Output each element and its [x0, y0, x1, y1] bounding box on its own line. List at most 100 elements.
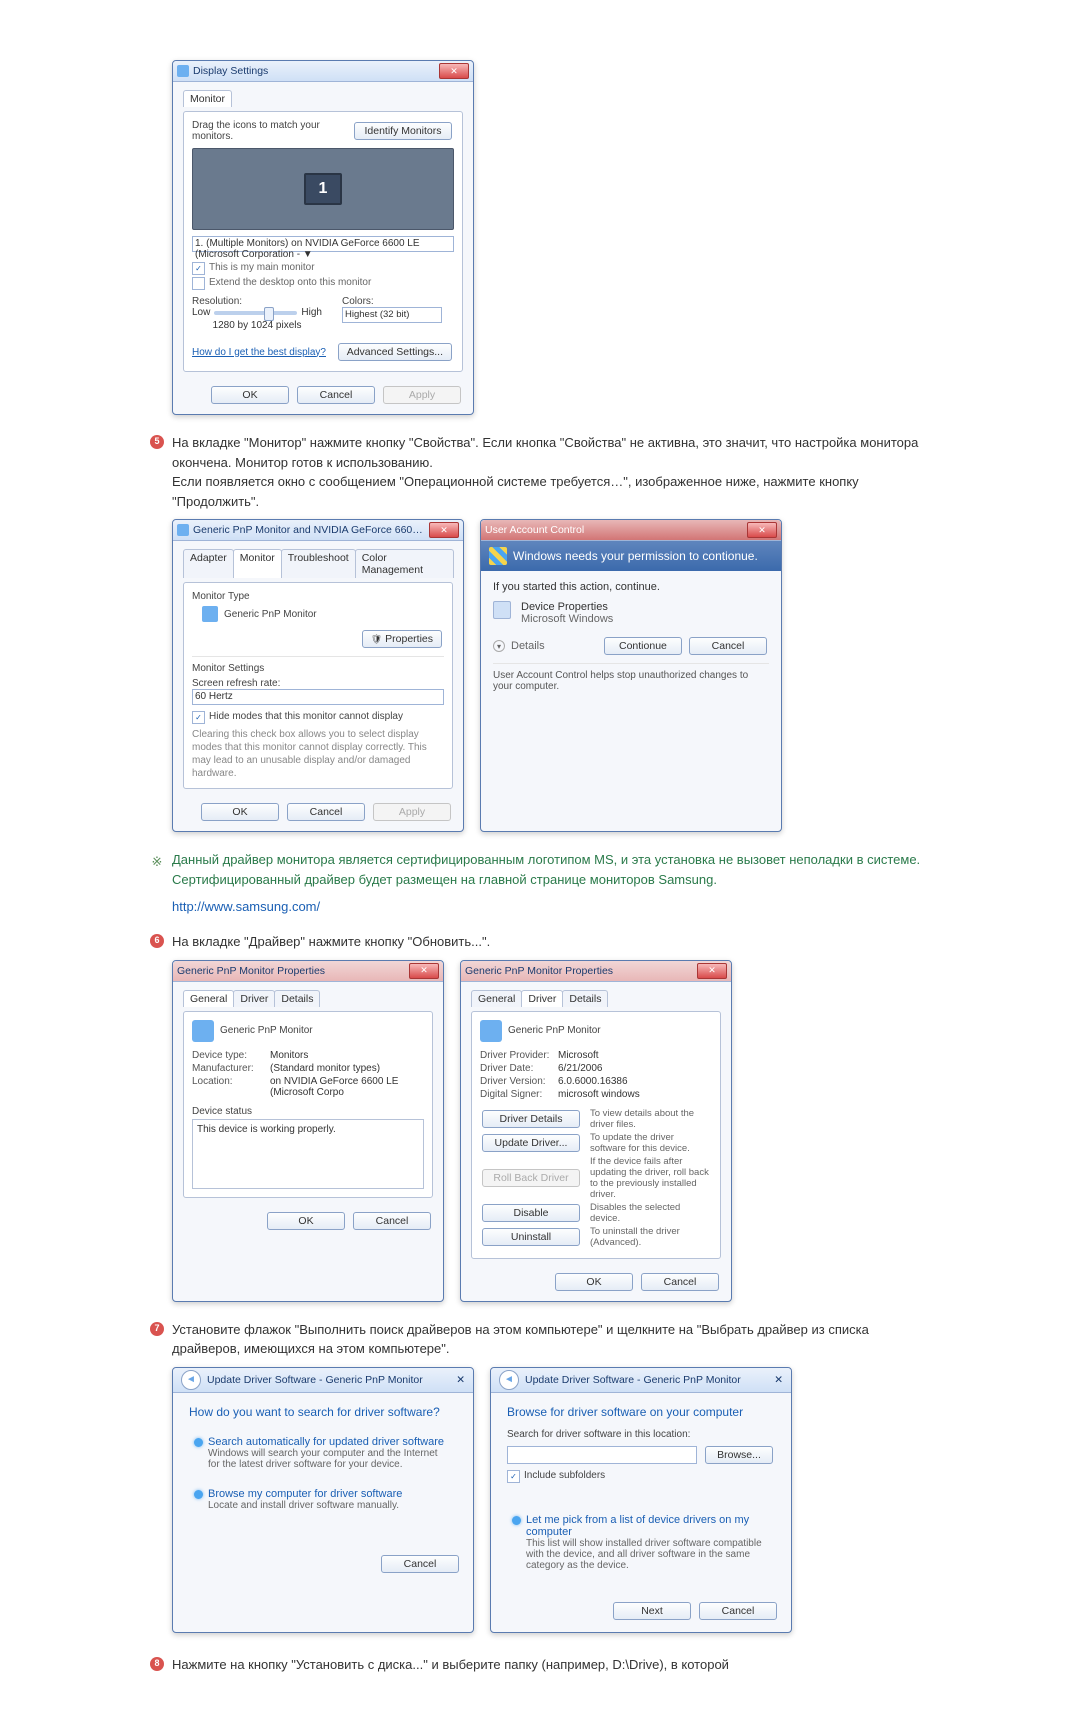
- ok-button[interactable]: OK: [201, 803, 279, 821]
- main-monitor-checkbox[interactable]: ✓: [192, 262, 205, 275]
- tab-driver[interactable]: Driver: [233, 990, 275, 1007]
- display-settings-dialog: Display Settings ✕ Monitor Drag the icon…: [172, 60, 474, 415]
- cancel-button[interactable]: Cancel: [297, 386, 375, 404]
- ok-button[interactable]: OK: [555, 1273, 633, 1291]
- back-arrow-icon[interactable]: ◄: [499, 1370, 519, 1390]
- monitor-device-icon: [202, 606, 218, 622]
- close-icon[interactable]: ✕: [774, 1374, 783, 1386]
- drag-instruction: Drag the icons to match your monitors.: [192, 120, 352, 142]
- monitor-arrangement-area[interactable]: 1: [192, 148, 454, 230]
- item-desc: Locate and install driver software manua…: [208, 1500, 399, 1511]
- close-icon[interactable]: ✕: [409, 963, 439, 979]
- tab-monitor[interactable]: Monitor: [233, 549, 282, 578]
- hide-modes-checkbox[interactable]: ✓: [192, 711, 205, 724]
- step-7-badge: 7: [150, 1322, 164, 1336]
- samsung-link[interactable]: http://www.samsung.com/: [172, 899, 320, 914]
- tab-driver[interactable]: Driver: [521, 990, 563, 1007]
- best-display-link[interactable]: How do I get the best display?: [192, 347, 326, 358]
- include-subfolders-checkbox[interactable]: ✓: [507, 1470, 520, 1483]
- cancel-button[interactable]: Cancel: [353, 1212, 431, 1230]
- let-me-pick-item[interactable]: Let me pick from a list of device driver…: [507, 1507, 775, 1578]
- close-icon[interactable]: ✕: [429, 522, 459, 538]
- details-expander[interactable]: ▾ Details: [493, 640, 545, 652]
- step-8-badge: 8: [150, 1657, 164, 1671]
- uac-headline: Windows needs your permission to contion…: [513, 549, 758, 563]
- resolution-label: Resolution:: [192, 296, 322, 307]
- update-driver-button[interactable]: Update Driver...: [482, 1134, 580, 1152]
- titlebar[interactable]: User Account Control ✕: [481, 520, 781, 541]
- continue-button[interactable]: Contionue: [604, 637, 682, 655]
- cancel-button[interactable]: Cancel: [699, 1602, 777, 1620]
- next-button[interactable]: Next: [613, 1602, 691, 1620]
- colors-dropdown[interactable]: Highest (32 bit): [342, 307, 442, 323]
- wizard-title-crumb: Update Driver Software - Generic PnP Mon…: [525, 1374, 741, 1386]
- monitor-properties-dialog: Generic PnP Monitor and NVIDIA GeForce 6…: [172, 519, 464, 832]
- apply-button: Apply: [383, 386, 461, 404]
- identify-monitors-button[interactable]: Identify Monitors: [354, 122, 452, 140]
- cancel-button[interactable]: Cancel: [689, 637, 767, 655]
- search-location-label: Search for driver software in this locat…: [507, 1429, 775, 1440]
- update-driver-wizard-2: ◄ Update Driver Software - Generic PnP M…: [490, 1367, 792, 1633]
- uac-dialog: User Account Control ✕ Windows needs you…: [480, 519, 782, 832]
- display-icon: [177, 65, 189, 77]
- ok-button[interactable]: OK: [267, 1212, 345, 1230]
- cancel-button[interactable]: Cancel: [381, 1555, 459, 1573]
- close-icon[interactable]: ✕: [439, 63, 469, 79]
- uninstall-button[interactable]: Uninstall: [482, 1228, 580, 1246]
- refresh-rate-label: Screen refresh rate:: [192, 678, 444, 689]
- step-6-row: 6 На вкладке "Драйвер" нажмите кнопку "О…: [150, 932, 930, 952]
- rollback-driver-button: Roll Back Driver: [482, 1169, 580, 1187]
- provider-label: Driver Provider:: [480, 1050, 550, 1061]
- tab-general[interactable]: General: [183, 990, 234, 1007]
- tab-general[interactable]: General: [471, 990, 522, 1007]
- browse-my-computer-item[interactable]: Browse my computer for driver software L…: [189, 1481, 457, 1518]
- monitor-1-icon[interactable]: 1: [304, 173, 342, 205]
- provider-value: Microsoft: [558, 1050, 712, 1061]
- monitor-type-value: Generic PnP Monitor: [224, 609, 317, 620]
- resolution-slider[interactable]: [214, 311, 297, 315]
- tab-details[interactable]: Details: [274, 990, 320, 1007]
- titlebar[interactable]: Generic PnP Monitor Properties ✕: [173, 961, 443, 982]
- search-automatically-item[interactable]: Search automatically for updated driver …: [189, 1429, 457, 1477]
- apply-button: Apply: [373, 803, 451, 821]
- device-props-general-dialog: Generic PnP Monitor Properties ✕ General…: [172, 960, 444, 1302]
- tab-details[interactable]: Details: [562, 990, 608, 1007]
- item-title: Browse my computer for driver software: [208, 1488, 450, 1500]
- step-6-text: На вкладке "Драйвер" нажмите кнопку "Обн…: [172, 932, 930, 952]
- advanced-settings-button[interactable]: Advanced Settings...: [338, 343, 452, 361]
- signer-label: Digital Signer:: [480, 1089, 550, 1100]
- driver-details-button[interactable]: Driver Details: [482, 1110, 580, 1128]
- step-8-text: Нажмите на кнопку "Установить с диска...…: [172, 1655, 930, 1675]
- titlebar[interactable]: Display Settings ✕: [173, 61, 473, 82]
- item-title: Search automatically for updated driver …: [208, 1436, 450, 1448]
- cancel-button[interactable]: Cancel: [641, 1273, 719, 1291]
- monitor-properties-button[interactable]: 🛡 Properties: [362, 630, 442, 648]
- manufacturer-label: Manufacturer:: [192, 1063, 262, 1074]
- titlebar[interactable]: Generic PnP Monitor Properties ✕: [461, 961, 731, 982]
- close-icon[interactable]: ✕: [747, 522, 777, 538]
- cancel-button[interactable]: Cancel: [287, 803, 365, 821]
- tab-monitor[interactable]: Monitor: [183, 90, 232, 107]
- shield-icon: 🛡: [371, 634, 382, 644]
- tab-color-management[interactable]: Color Management: [355, 549, 454, 578]
- window-title: Display Settings: [193, 65, 435, 77]
- close-icon[interactable]: ✕: [456, 1374, 465, 1386]
- back-arrow-icon[interactable]: ◄: [181, 1370, 201, 1390]
- browse-button[interactable]: Browse...: [705, 1446, 773, 1464]
- search-path-input[interactable]: [507, 1446, 697, 1464]
- monitor-dropdown[interactable]: 1. (Multiple Monitors) on NVIDIA GeForce…: [192, 236, 454, 252]
- close-icon[interactable]: ✕: [697, 963, 727, 979]
- extend-desktop-label: Extend the desktop onto this monitor: [209, 277, 371, 288]
- tab-troubleshoot[interactable]: Troubleshoot: [281, 549, 356, 578]
- driver-details-hint: To view details about the driver files.: [590, 1108, 712, 1130]
- titlebar[interactable]: Generic PnP Monitor and NVIDIA GeForce 6…: [173, 520, 463, 541]
- ok-button[interactable]: OK: [211, 386, 289, 404]
- tab-adapter[interactable]: Adapter: [183, 549, 234, 578]
- wizard-title-crumb: Update Driver Software - Generic PnP Mon…: [207, 1374, 423, 1386]
- uac-headline-bar: Windows needs your permission to contion…: [481, 541, 781, 571]
- disable-button[interactable]: Disable: [482, 1204, 580, 1222]
- refresh-rate-dropdown[interactable]: 60 Hertz: [192, 689, 444, 705]
- wizard-heading: How do you want to search for driver sof…: [189, 1405, 457, 1419]
- device-properties-label: Device Properties: [521, 601, 613, 613]
- extend-desktop-checkbox[interactable]: [192, 277, 205, 290]
